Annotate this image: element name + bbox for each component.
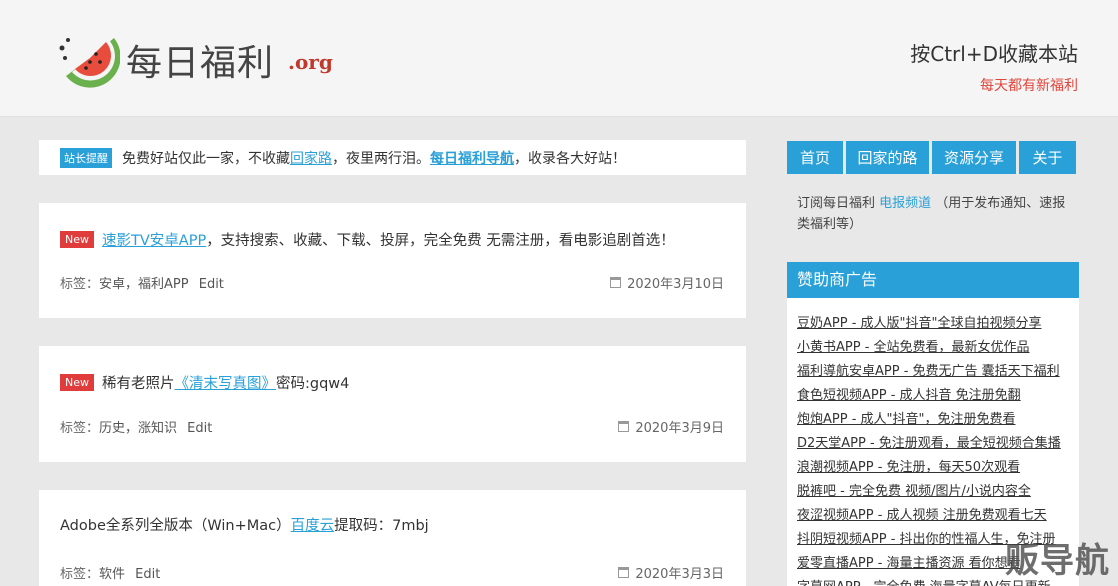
post-date-text: 2020年3月10日 [627, 277, 724, 292]
post-tags: 标签：历史，涨知识 Edit [60, 417, 212, 436]
post-text: 提取码：7mbj [334, 518, 429, 534]
sponsor-link[interactable]: 福利導航安卓APP - 免费无广告 囊括天下福利 [797, 360, 1069, 384]
post-date: 2020年3月9日 [618, 417, 724, 436]
logo-text: 每日福利 [126, 43, 275, 84]
post-text-before: 稀有老照片 [102, 376, 175, 392]
new-badge: New [60, 231, 94, 248]
calendar-icon [610, 277, 622, 288]
nav-about[interactable]: 关于 [1019, 141, 1076, 174]
edit-link[interactable]: Edit [187, 421, 212, 436]
post-link[interactable]: 百度云 [291, 514, 335, 535]
calendar-icon [618, 421, 630, 432]
edit-link[interactable]: Edit [135, 567, 160, 582]
post-date-text: 2020年3月3日 [635, 567, 724, 582]
tags-label: 标签： [60, 277, 100, 292]
nav-resources[interactable]: 资源分享 [932, 141, 1016, 174]
slogan-main: 按Ctrl+D收藏本站 [910, 42, 1078, 66]
post-date-text: 2020年3月9日 [635, 421, 724, 436]
slogan-sub: 每天都有新福利 [980, 78, 1078, 94]
post-tags: 标签：安卓，福利APP Edit [60, 273, 224, 292]
post-tags: 标签：软件 Edit [60, 563, 160, 582]
tags-label: 标签： [60, 567, 100, 582]
sponsor-link[interactable]: 炮炮APP - 成人"抖音"，免注册免费看 [797, 408, 1069, 432]
logo-org: .org [288, 50, 333, 74]
notice-text-2: ，夜里两行泪。 [332, 150, 430, 167]
notice-link-home[interactable]: 回家路 [290, 148, 332, 168]
post-card: New 速影TV安卓APP ，支持搜索、收藏、下载、投屏，完全免费 无需注册，看… [39, 203, 746, 318]
tag-links[interactable]: 安卓，福利APP [99, 277, 189, 292]
sponsor-title: 赞助商广告 [787, 262, 1079, 298]
post-title: Adobe全系列全版本（Win+Mac） 百度云 提取码：7mbj [60, 514, 429, 535]
tag-links[interactable]: 历史，涨知识 [99, 421, 177, 436]
post-text: ，支持搜索、收藏、下载、投屏，完全免费 无需注册，看电影追剧首选！ [206, 233, 675, 249]
tag-links[interactable]: 软件 [99, 567, 125, 582]
post-text: 密码:gqw4 [276, 376, 350, 392]
post-text-before: Adobe全系列全版本（Win+Mac） [60, 518, 291, 534]
slogan: 按Ctrl+D收藏本站 每天都有新福利 [910, 38, 1078, 95]
sponsor-link[interactable]: D2天堂APP - 免注册观看，最全短视频合集播 [797, 432, 1069, 456]
watermelon-icon [59, 38, 120, 88]
post-title: New 稀有老照片 《清末写真图》 密码:gqw4 [60, 372, 349, 393]
calendar-icon [618, 567, 630, 578]
new-badge: New [60, 374, 94, 391]
sponsor-link[interactable]: 小黄书APP - 全站免费看，最新女优作品 [797, 336, 1069, 360]
post-card: Adobe全系列全版本（Win+Mac） 百度云 提取码：7mbj 标签：软件 … [39, 490, 746, 586]
subscribe-text-1: 订阅每日福利 [797, 196, 880, 211]
site-logo[interactable]: 每日福利 .org [56, 28, 336, 88]
subscribe-note: 订阅每日福利 电报频道 （用于发布通知、速报类福利等） [797, 193, 1069, 235]
sponsor-link[interactable]: 浪潮视频APP - 免注册，每天50次观看 [797, 456, 1069, 480]
notice-text-3: ，收录各大好站！ [514, 150, 626, 167]
telegram-link[interactable]: 电报频道 [879, 196, 931, 211]
sponsor-link[interactable]: 夜涩视频APP - 成人视频 注册免费观看七天 [797, 504, 1069, 528]
sponsor-link[interactable]: 豆奶APP - 成人版"抖音"全球自拍视频分享 [797, 312, 1069, 336]
nav-way-home[interactable]: 回家的路 [846, 141, 929, 174]
edit-link[interactable]: Edit [199, 277, 224, 292]
tags-label: 标签： [60, 421, 100, 436]
site-header: 每日福利 .org 按Ctrl+D收藏本站 每天都有新福利 [0, 0, 1118, 117]
post-title: New 速影TV安卓APP ，支持搜索、收藏、下载、投屏，完全免费 无需注册，看… [60, 229, 675, 250]
notice-text-1: 免费好站仅此一家，不收藏 [122, 150, 290, 167]
notice-bar: 站长提醒 免费好站仅此一家，不收藏 回家路 ，夜里两行泪。 每日福利导航 ，收录… [39, 140, 746, 175]
notice-link-nav[interactable]: 每日福利导航 [430, 148, 514, 168]
notice-tag: 站长提醒 [60, 147, 112, 168]
watermark: 贩导航 [1005, 541, 1110, 581]
nav-home[interactable]: 首页 [787, 141, 843, 174]
sponsor-link[interactable]: 食色短视频APP - 成人抖音 免注册免翻 [797, 384, 1069, 408]
post-link[interactable]: 速影TV安卓APP [102, 229, 206, 250]
post-date: 2020年3月3日 [618, 563, 724, 582]
sponsor-link[interactable]: 脱裤吧 - 完全免费 视频/图片/小说内容全 [797, 480, 1069, 504]
sidebar-nav: 首页 回家的路 资源分享 关于 [787, 141, 1079, 174]
post-date: 2020年3月10日 [610, 273, 724, 292]
post-link[interactable]: 《清末写真图》 [175, 372, 277, 393]
post-card: New 稀有老照片 《清末写真图》 密码:gqw4 标签：历史，涨知识 Edit… [39, 346, 746, 462]
